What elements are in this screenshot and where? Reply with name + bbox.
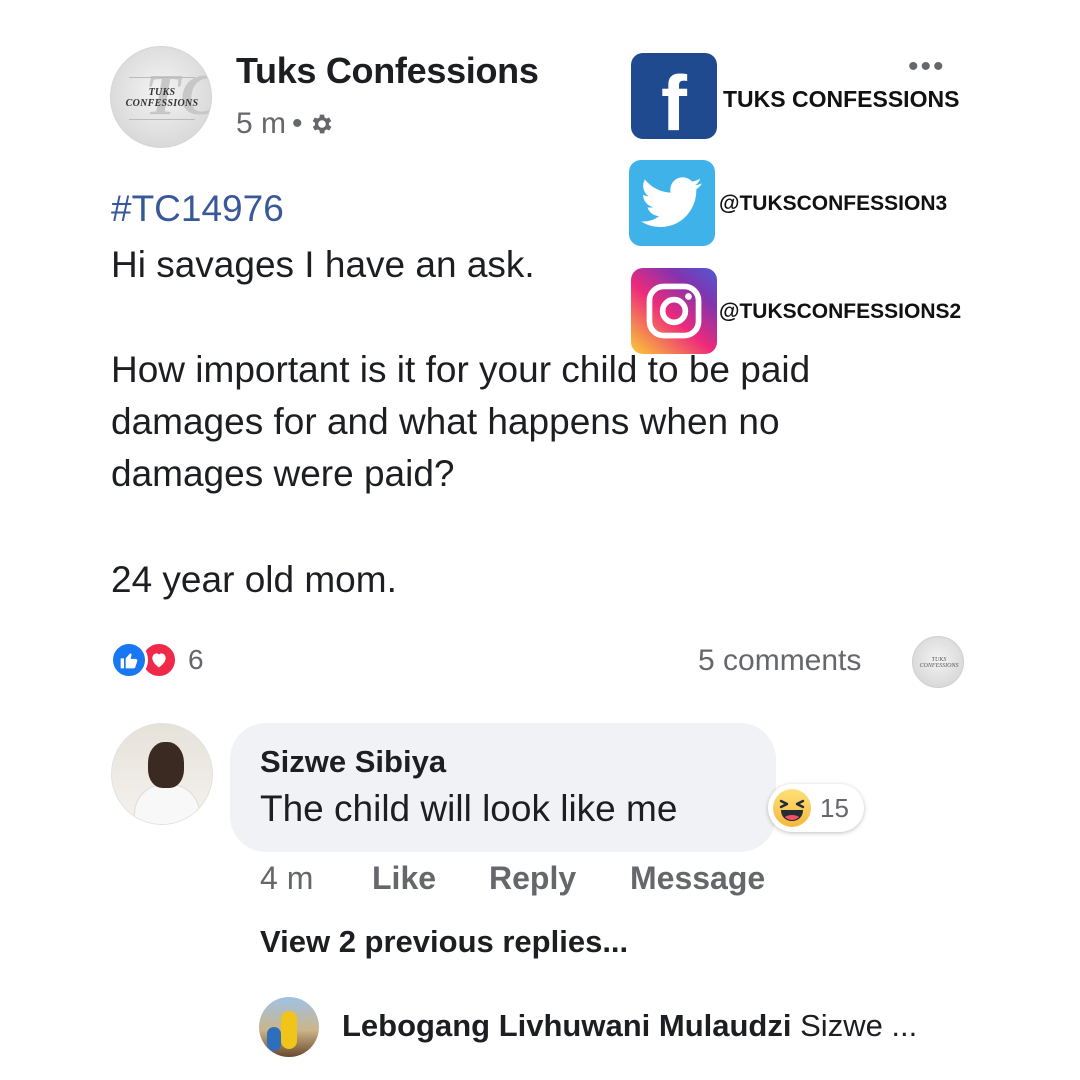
twitter-handle: @TUKSCONFESSION3 xyxy=(719,192,948,215)
facebook-icon: f xyxy=(631,53,717,147)
view-previous-replies-link[interactable]: View 2 previous replies... xyxy=(260,924,628,960)
comment-time[interactable]: 4 m xyxy=(260,860,313,897)
facebook-f-glyph: f xyxy=(661,58,687,147)
twitter-bird-icon xyxy=(641,177,702,228)
comment-reaction-pill[interactable]: 15 xyxy=(768,784,864,832)
commenting-as-avatar[interactable]: TUKS CONFESSIONS xyxy=(912,636,964,688)
meta-separator: • xyxy=(292,107,303,140)
post-hashtag[interactable]: #TC14976 xyxy=(111,188,284,230)
page-avatar[interactable]: TC TUKS CONFESSIONS xyxy=(110,46,212,148)
comment-message-button[interactable]: Message xyxy=(630,860,765,897)
like-icon xyxy=(110,641,148,679)
instagram-icon xyxy=(631,268,717,354)
post-text-line: Hi savages I have an ask. xyxy=(111,244,535,285)
facebook-handle: TUKS CONFESSIONS xyxy=(723,86,960,112)
post-text-line: damages were paid? xyxy=(111,453,455,494)
reaction-count: 6 xyxy=(188,644,204,675)
reply-text: Sizwe ... xyxy=(800,1008,918,1043)
comment-like-button[interactable]: Like xyxy=(372,860,436,897)
reply-author-avatar[interactable] xyxy=(259,997,319,1057)
haha-icon xyxy=(773,789,811,827)
post-text-line: 24 year old mom. xyxy=(111,559,397,600)
comment-reply-button[interactable]: Reply xyxy=(489,860,576,897)
post-text-line: How important is it for your child to be… xyxy=(111,349,811,390)
reply-preview[interactable]: Lebogang Livhuwani Mulaudzi Sizwe ... xyxy=(342,1008,917,1044)
post-text-line: damages for and what happens when no xyxy=(111,401,780,442)
twitter-icon xyxy=(629,160,715,246)
instagram-handle: @TUKSCONFESSIONS2 xyxy=(719,300,962,323)
gear-icon[interactable] xyxy=(309,111,335,137)
comment-text: The child will look like me xyxy=(260,788,678,829)
post-meta: 5 m • xyxy=(236,107,335,141)
commenter-name[interactable]: Sizwe Sibiya xyxy=(260,744,446,780)
more-options-icon[interactable]: ••• xyxy=(908,52,946,82)
mini-avatar-text: TUKS CONFESSIONS xyxy=(919,657,959,669)
post-time[interactable]: 5 m xyxy=(236,107,286,141)
page-name[interactable]: Tuks Confessions xyxy=(236,50,539,92)
comment-reaction-count: 15 xyxy=(820,792,849,823)
avatar-logo-text: TUKS CONFESSIONS xyxy=(125,87,199,109)
instagram-camera-icon xyxy=(646,283,702,339)
reply-author-name[interactable]: Lebogang Livhuwani Mulaudzi xyxy=(342,1008,792,1043)
commenter-avatar[interactable] xyxy=(111,723,213,825)
reactions-summary[interactable]: 6 xyxy=(110,641,204,679)
comments-count[interactable]: 5 comments xyxy=(698,644,861,678)
